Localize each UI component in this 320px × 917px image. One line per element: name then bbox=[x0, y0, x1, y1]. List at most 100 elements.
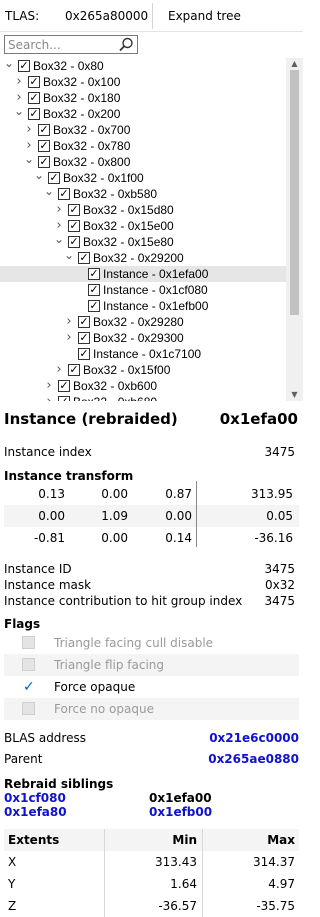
tree-node[interactable]: › ✓ Box32 - 0x180 bbox=[0, 90, 286, 106]
tree-node[interactable]: › ✓Box32 - 0xb680 bbox=[0, 394, 286, 401]
flags-header: Flags bbox=[4, 617, 41, 631]
expand-tree-button[interactable]: Expand tree bbox=[158, 4, 248, 27]
tree-node[interactable]: ⌄ ✓ Box32 - 0x1f00 bbox=[0, 169, 286, 186]
tlas-selector[interactable]: 0x265a80000 bbox=[65, 9, 148, 23]
flag-checkbox[interactable] bbox=[22, 658, 35, 671]
tree-node-checkbox[interactable]: ✓ bbox=[38, 140, 50, 152]
chevron-down-icon[interactable]: ⌄ bbox=[14, 105, 24, 122]
blas-address-link[interactable]: 0x21e6c0000 bbox=[209, 731, 299, 745]
search-input[interactable]: Search... bbox=[4, 35, 138, 54]
flag-row[interactable]: Force no opaque bbox=[4, 698, 299, 720]
sibling-link[interactable]: 0x1efb00 bbox=[149, 805, 212, 819]
scroll-up-icon[interactable]: ▲ bbox=[286, 58, 303, 70]
tree-node[interactable]: ⌄ ✓ Box32 - 0x80 bbox=[0, 58, 286, 74]
chevron-right-icon[interactable]: › bbox=[54, 362, 64, 378]
transform-cell: 0.14 bbox=[165, 531, 192, 545]
tree-node-label: Box32 - 0x1f00 bbox=[63, 171, 144, 185]
chevron-down-icon[interactable]: ⌄ bbox=[64, 249, 74, 266]
tree-node-checkbox[interactable]: ✓ bbox=[68, 236, 80, 248]
transform-cell: 313.95 bbox=[251, 487, 293, 501]
chevron-down-icon[interactable]: ⌄ bbox=[34, 169, 44, 186]
contribution-label: Instance contribution to hit group index bbox=[4, 594, 243, 608]
parent-link[interactable]: 0x265ae0880 bbox=[208, 752, 299, 766]
tree-node[interactable]: ⌄ ✓ Box32 - 0x29200 bbox=[0, 249, 286, 266]
flag-row[interactable]: Triangle flip facing bbox=[4, 654, 299, 676]
chevron-right-icon[interactable]: › bbox=[14, 74, 24, 90]
flag-row[interactable]: ✓ Force opaque bbox=[4, 676, 299, 698]
chevron-right-icon[interactable]: › bbox=[44, 394, 54, 401]
tree-node[interactable]: ⌄ ✓ Box32 - 0x200 bbox=[0, 105, 286, 122]
extents-max-header: Max bbox=[267, 833, 295, 847]
scroll-down-icon[interactable]: ▼ bbox=[286, 389, 303, 401]
tree-node-label: Box32 - 0x780 bbox=[53, 139, 131, 153]
tree-node-label: Box32 - 0x700 bbox=[53, 123, 131, 137]
tree-node[interactable]: › ✓ Box32 - 0x100 bbox=[0, 74, 286, 90]
transform-cell: -36.16 bbox=[254, 531, 293, 545]
tree-node-checkbox[interactable]: ✓ bbox=[58, 380, 70, 392]
transform-cell: -0.81 bbox=[33, 531, 65, 545]
extents-min: -36.57 bbox=[158, 899, 197, 913]
chevron-right-icon[interactable]: › bbox=[64, 314, 74, 330]
tree-node[interactable]: ✓ Instance - 0x1efa00 bbox=[0, 266, 286, 282]
tree-node[interactable]: › ✓ Box32 - 0x15d80 bbox=[0, 202, 286, 218]
tree-node-checkbox[interactable]: ✓ bbox=[38, 156, 50, 168]
checkmark-icon[interactable]: ✓ bbox=[22, 680, 35, 694]
tree-node[interactable]: › ✓ Box32 - 0x29280 bbox=[0, 314, 286, 330]
tree-node-checkbox[interactable]: ✓ bbox=[58, 188, 70, 200]
search-icon[interactable] bbox=[117, 36, 135, 53]
tree-node[interactable]: › ✓ Box32 - 0x29300 bbox=[0, 330, 286, 346]
tree-node-checkbox[interactable]: ✓ bbox=[68, 220, 80, 232]
tree-node-checkbox[interactable]: ✓ bbox=[88, 284, 100, 296]
chevron-right-icon[interactable]: › bbox=[54, 202, 64, 218]
tree-node-checkbox[interactable]: ✓ bbox=[38, 124, 50, 136]
tree-node-label: Box32 - 0x29200 bbox=[93, 251, 184, 265]
flag-checkbox[interactable] bbox=[22, 636, 35, 649]
tree-node[interactable]: ✓ Instance - 0x1c7100 bbox=[0, 346, 286, 362]
chevron-down-icon[interactable]: ⌄ bbox=[4, 58, 14, 74]
transform-cell: 0.05 bbox=[266, 509, 293, 523]
tree-node-checkbox[interactable]: ✓ bbox=[78, 332, 90, 344]
tree-node-checkbox[interactable]: ✓ bbox=[28, 92, 40, 104]
flag-row[interactable]: Triangle facing cull disable bbox=[4, 632, 299, 654]
scrollbar-thumb[interactable] bbox=[290, 70, 299, 315]
sibling-link[interactable]: 0x1efa80 bbox=[4, 805, 67, 819]
tree-node[interactable]: › ✓ Box32 - 0xb600 bbox=[0, 378, 286, 394]
sibling-link[interactable]: 0x1cf080 bbox=[4, 791, 66, 805]
tree-node[interactable]: › ✓ Box32 - 0x780 bbox=[0, 138, 286, 154]
tree-node-checkbox[interactable]: ✓ bbox=[88, 268, 100, 280]
tree-node-checkbox[interactable]: ✓ bbox=[68, 204, 80, 216]
toolbar: TLAS: 0x265a80000 Expand tree bbox=[0, 0, 303, 32]
tree-node[interactable]: › ✓ Box32 - 0x15e00 bbox=[0, 218, 286, 234]
tree-node-label: Instance - 0x1efb00 bbox=[103, 299, 209, 313]
flag-checkbox[interactable] bbox=[22, 702, 35, 715]
chevron-right-icon[interactable]: › bbox=[24, 122, 34, 138]
instance-address: 0x1efa00 bbox=[219, 410, 298, 428]
tree-node[interactable]: › ✓ Box32 - 0x15f00 bbox=[0, 362, 286, 378]
tree-node-checkbox[interactable]: ✓ bbox=[18, 60, 30, 72]
tree-node-checkbox[interactable]: ✓ bbox=[68, 364, 80, 376]
tree-node-checkbox[interactable]: ✓ bbox=[88, 300, 100, 312]
chevron-right-icon[interactable]: › bbox=[64, 330, 74, 346]
chevron-down-icon[interactable]: ⌄ bbox=[54, 233, 64, 250]
tree-node-checkbox[interactable]: ✓ bbox=[78, 252, 90, 264]
tree-node[interactable]: › ✓ Box32 - 0x700 bbox=[0, 122, 286, 138]
tree-node-checkbox[interactable]: ✓ bbox=[28, 108, 40, 120]
chevron-down-icon[interactable]: ⌄ bbox=[24, 153, 34, 170]
tree-node[interactable]: ⌄ ✓ Box32 - 0xb580 bbox=[0, 185, 286, 202]
extents-min-header: Min bbox=[172, 833, 197, 847]
tree-node-checkbox[interactable]: ✓ bbox=[58, 396, 70, 401]
bvh-tree[interactable]: ⌄ ✓ Box32 - 0x80 › ✓ Box32 - 0x100 › ✓ Box32 - 0… bbox=[0, 58, 303, 401]
tree-scrollbar[interactable]: ▲ ▼ bbox=[286, 58, 303, 401]
tree-node[interactable]: ✓ Instance - 0x1efb00 bbox=[0, 298, 286, 314]
extents-min: 1.64 bbox=[170, 877, 197, 891]
tree-node[interactable]: ⌄ ✓ Box32 - 0x15e80 bbox=[0, 233, 286, 250]
chevron-right-icon[interactable]: › bbox=[44, 378, 54, 394]
tree-node-checkbox[interactable]: ✓ bbox=[48, 172, 60, 184]
tree-node[interactable]: ✓ Instance - 0x1cf080 bbox=[0, 282, 286, 298]
tree-node-checkbox[interactable]: ✓ bbox=[28, 76, 40, 88]
chevron-down-icon[interactable]: ⌄ bbox=[44, 185, 54, 202]
tree-node-checkbox[interactable]: ✓ bbox=[78, 316, 90, 328]
tree-node-label: Box32 - 0x29300 bbox=[93, 331, 184, 345]
tree-node-checkbox[interactable]: ✓ bbox=[78, 348, 90, 360]
tree-node-label: Instance - 0x1cf080 bbox=[103, 283, 208, 297]
